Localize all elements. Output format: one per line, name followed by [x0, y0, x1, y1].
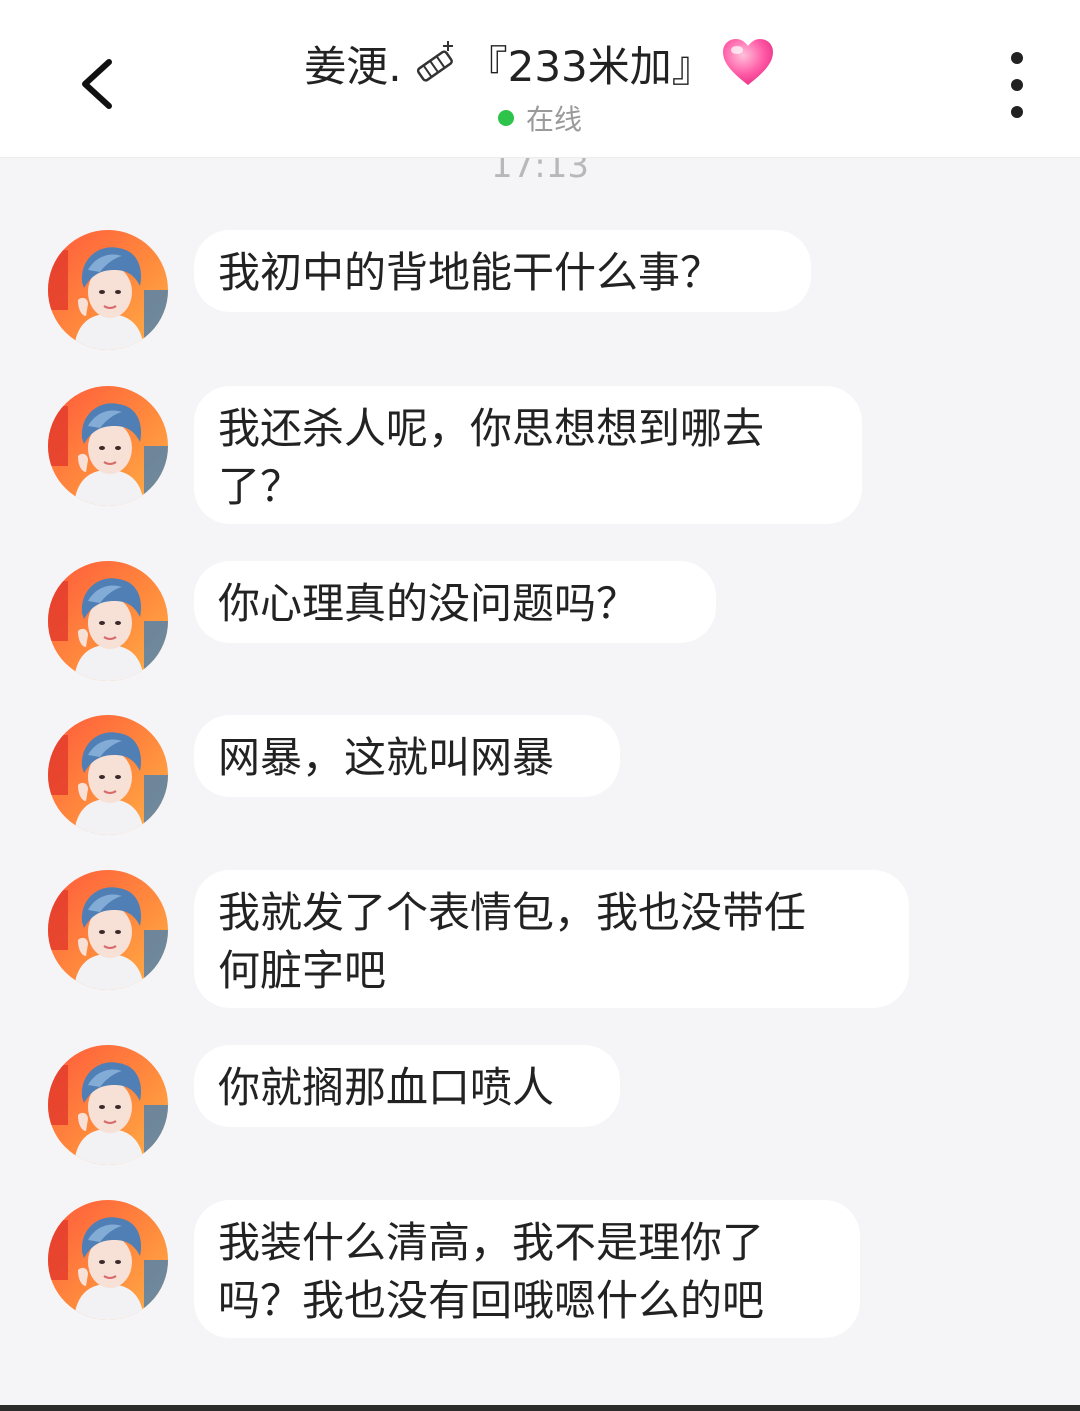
message-bubble[interactable]: 我就发了个表情包，我也没带任 何脏字吧: [194, 870, 909, 1008]
avatar-portrait-icon: [48, 870, 168, 990]
avatar[interactable]: [48, 870, 168, 990]
dot-icon: [1011, 106, 1023, 118]
status-text: 在线: [525, 103, 582, 136]
avatar[interactable]: [48, 230, 168, 350]
chat-header: 姜浭. 『233米加』 在线: [0, 0, 1080, 158]
avatar-portrait-icon: [48, 230, 168, 350]
chat-title: 姜浭. 『233米加』 在线: [200, 28, 880, 138]
avatar[interactable]: [48, 561, 168, 681]
message-bubble[interactable]: 我装什么清高，我不是理你了 吗？我也没有回哦嗯什么的吧: [194, 1200, 860, 1338]
message-bubble[interactable]: 你心理真的没问题吗？: [194, 561, 716, 643]
heart-icon: [722, 39, 773, 85]
chevron-left-icon: [82, 59, 112, 109]
message-bubble[interactable]: 你就搁那血口喷人: [194, 1045, 620, 1127]
lighter-icon: [416, 41, 453, 82]
avatar[interactable]: [48, 386, 168, 506]
online-status: 在线: [497, 98, 582, 138]
online-dot-icon: [497, 110, 514, 126]
contact-tag: 『233米加』: [465, 41, 714, 91]
more-options-button[interactable]: [992, 52, 1042, 118]
avatar[interactable]: [48, 1200, 168, 1320]
avatar-portrait-icon: [48, 1045, 168, 1165]
back-button[interactable]: [62, 44, 132, 124]
avatar-portrait-icon: [48, 715, 168, 835]
avatar[interactable]: [48, 715, 168, 835]
avatar[interactable]: [48, 1045, 168, 1165]
bottom-edge: [0, 1405, 1080, 1411]
avatar-portrait-icon: [48, 1200, 168, 1320]
contact-name: 姜浭.: [304, 41, 402, 91]
message-bubble[interactable]: 我初中的背地能干什么事？: [194, 230, 811, 312]
avatar-portrait-icon: [48, 561, 168, 681]
dot-icon: [1011, 79, 1023, 91]
message-bubble[interactable]: 网暴，这就叫网暴: [194, 715, 620, 797]
chat-area[interactable]: 17:13 姜浭. 『233米加』 在线 我初中的背地能干什么事？ 我还杀人呢，…: [0, 0, 1080, 1411]
dot-icon: [1011, 52, 1023, 64]
avatar-portrait-icon: [48, 386, 168, 506]
message-bubble[interactable]: 我还杀人呢，你思想想到哪去 了？: [194, 386, 862, 524]
